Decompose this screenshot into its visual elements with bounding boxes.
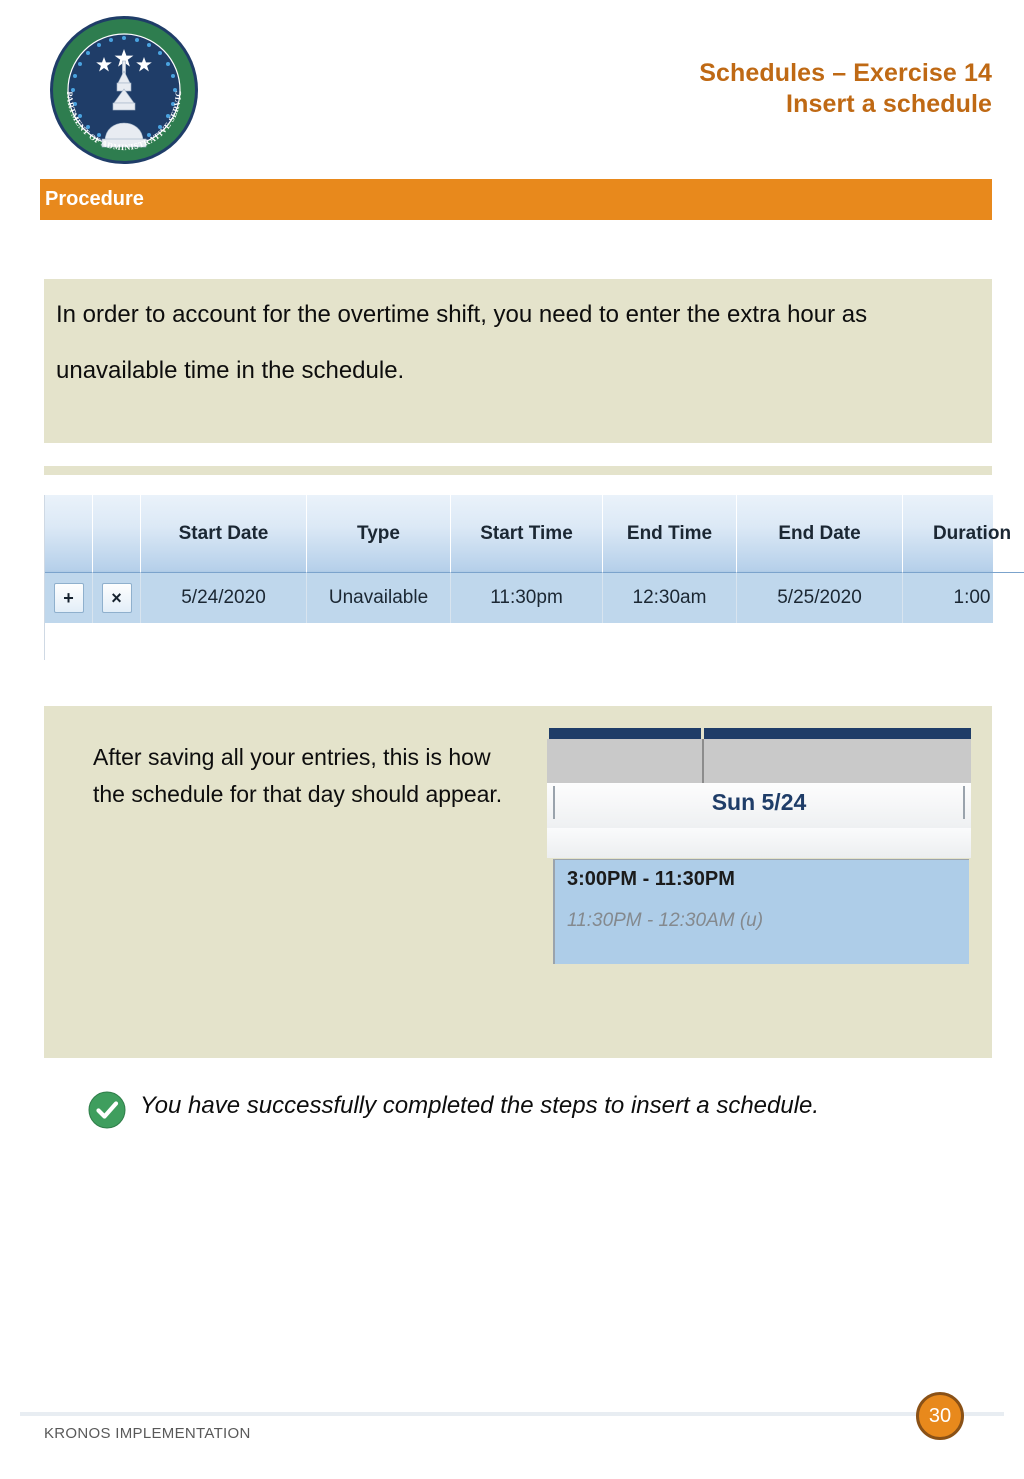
page-title-line2: Insert a schedule: [786, 90, 992, 118]
section-banner-label: Procedure: [45, 188, 144, 210]
success-message: You have successfully completed the step…: [88, 1088, 968, 1132]
preview-toolbar-band: [547, 739, 971, 783]
add-row-button[interactable]: +: [53, 583, 84, 613]
page-title: Schedules – Exercise 14 Insert a schedul…: [699, 58, 992, 120]
delete-row-button[interactable]: ×: [101, 583, 132, 613]
preview-shift-time: 3:00PM - 11:30PM: [567, 868, 735, 890]
cell-duration: 1:00: [903, 573, 1024, 623]
instruction-text: In order to account for the overtime shi…: [56, 301, 868, 384]
table-header-actions-add: [45, 495, 93, 573]
cell-end-date[interactable]: 5/25/2020: [737, 573, 903, 623]
beige-divider-strip: [44, 466, 992, 475]
result-text: After saving all your entries, this is h…: [93, 744, 503, 807]
section-banner-procedure: Procedure: [40, 179, 992, 220]
table-header-end-date: End Date: [737, 495, 903, 573]
green-check-circle-icon: [88, 1091, 126, 1129]
preview-top-bar: [549, 728, 971, 739]
table-header-start-time: Start Time: [451, 495, 603, 573]
schedule-entries-table: Start Date Type Start Time End Time End …: [44, 495, 1024, 630]
preview-top-bar-split: [701, 728, 704, 739]
slide-header: CONNECTICUT DEPARTMENT OF ADMINISTRATIVE…: [0, 0, 1024, 179]
table-header-end-time: End Time: [603, 495, 737, 573]
table-empty-area: [44, 630, 992, 660]
ct-das-seal-logo: CONNECTICUT DEPARTMENT OF ADMINISTRATIVE…: [47, 13, 201, 167]
table-row[interactable]: + × 5/24/2020 Unavailable 11:30pm 12:30a…: [45, 573, 993, 623]
preview-column-divider: [702, 739, 704, 783]
table-header-start-date: Start Date: [141, 495, 307, 573]
table-header-duration: Duration: [903, 495, 1024, 573]
page-number-badge: 30: [916, 1392, 964, 1440]
preview-day-cell[interactable]: 3:00PM - 11:30PM 11:30PM - 12:30AM (u): [553, 859, 969, 964]
cell-start-date[interactable]: 5/24/2020: [141, 573, 307, 623]
cell-type[interactable]: Unavailable: [307, 573, 451, 623]
delete-row-cell: ×: [93, 573, 141, 623]
add-row-cell: +: [45, 573, 93, 623]
footer-label: KRONOS IMPLEMENTATION: [44, 1425, 251, 1442]
table-header-type: Type: [307, 495, 451, 573]
preview-day-label: Sun 5/24: [711, 789, 807, 815]
cell-end-time[interactable]: 12:30am: [603, 573, 737, 623]
preview-subheader-band: [547, 828, 971, 858]
preview-unavailable-time: 11:30PM - 12:30AM (u): [567, 910, 764, 931]
schedule-day-preview: Sun 5/24 3:00PM - 11:30PM 11:30PM - 12:3…: [547, 728, 971, 968]
instruction-callout: In order to account for the overtime shi…: [44, 279, 992, 443]
table-header-actions-delete: [93, 495, 141, 573]
table-header-row: Start Date Type Start Time End Time End …: [45, 495, 1024, 573]
result-callout: After saving all your entries, this is h…: [44, 706, 992, 1058]
preview-day-header: Sun 5/24: [547, 783, 971, 828]
success-text: You have successfully completed the step…: [140, 1092, 820, 1119]
footer-divider: [20, 1412, 1004, 1416]
page-title-line1: Schedules – Exercise 14: [699, 59, 992, 87]
cell-start-time[interactable]: 11:30pm: [451, 573, 603, 623]
